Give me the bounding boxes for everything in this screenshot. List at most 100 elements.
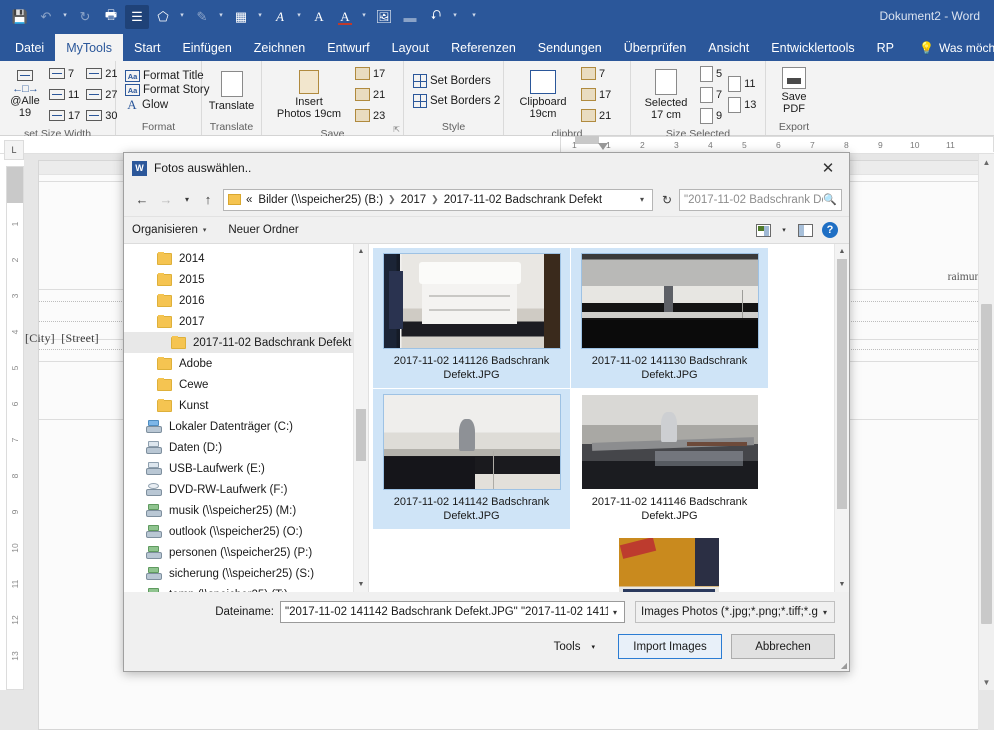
tab-entwicklertools[interactable]: Entwicklertools: [760, 34, 865, 61]
breadcrumb-2017[interactable]: 2017: [401, 194, 427, 206]
tree-item-cewe[interactable]: Cewe: [124, 374, 368, 395]
tab-referenzen[interactable]: Referenzen: [440, 34, 527, 61]
tree-item-kunst[interactable]: Kunst: [124, 395, 368, 416]
tab-layout[interactable]: Layout: [381, 34, 441, 61]
tab-start[interactable]: Start: [123, 34, 171, 61]
organize-button[interactable]: Organisieren ▾: [132, 224, 206, 236]
tree-item-daten-d[interactable]: Daten (D:): [124, 437, 368, 458]
translate-button[interactable]: Translate: [206, 70, 257, 113]
change-view-button[interactable]: [752, 220, 774, 240]
tree-item-personen-p[interactable]: personen (\\speicher25) (P:): [124, 542, 368, 563]
font-color-icon[interactable]: A: [333, 5, 357, 29]
scroll-down-icon[interactable]: ▼: [354, 577, 368, 592]
filetype-select[interactable]: Images Photos (*.jpg;*.png;*.tiff;*.gif)…: [635, 601, 835, 623]
scroll-up-icon[interactable]: ▲: [979, 154, 994, 170]
width-17-button[interactable]: 17: [46, 105, 83, 126]
scroll-down-icon[interactable]: ▼: [835, 577, 849, 592]
clear-formatting-caret-icon[interactable]: ▾: [294, 11, 304, 24]
tree-item-dvd-f[interactable]: DVD-RW-Laufwerk (F:): [124, 479, 368, 500]
read-mode-icon[interactable]: ☰: [125, 5, 149, 29]
filename-input[interactable]: "2017-11-02 141142 Badschrank Defekt.JPG…: [280, 601, 625, 623]
breadcrumb-badschrank-defekt[interactable]: 2017-11-02 Badschrank Defekt: [444, 194, 602, 206]
scroll-down-icon[interactable]: ▼: [979, 674, 994, 690]
preview-pane-button[interactable]: [794, 220, 816, 240]
glow-button[interactable]: AGlow: [122, 97, 171, 113]
highlight-icon[interactable]: ▬: [398, 5, 422, 29]
tools-button[interactable]: Tools ▾: [546, 638, 603, 656]
format-story-button[interactable]: AaFormat Story: [122, 83, 212, 97]
tree-item-2014[interactable]: 2014: [124, 248, 368, 269]
set-borders-2-button[interactable]: Set Borders 2: [410, 93, 503, 109]
size-13-button[interactable]: 13: [725, 95, 759, 116]
help-button[interactable]: ?: [819, 220, 841, 240]
picture-icon[interactable]: 🖼: [372, 5, 396, 29]
tab-mytools[interactable]: MyTools: [55, 34, 123, 61]
pen-dropdown-caret-icon[interactable]: ▾: [216, 11, 226, 24]
customize-qat-icon[interactable]: ▾: [469, 11, 479, 24]
dialog-title-bar[interactable]: W Fotos auswählen.. ✕: [124, 153, 849, 183]
file-list-pane[interactable]: 2017-11-02 141126 Badschrank Defekt.JPG …: [368, 244, 849, 592]
tree-item-local-disk-c[interactable]: Lokaler Datenträger (C:): [124, 416, 368, 437]
tree-item-badschrank-defekt[interactable]: 2017-11-02 Badschrank Defekt: [124, 332, 368, 353]
tree-item-usb-e[interactable]: USB-Laufwerk (E:): [124, 458, 368, 479]
address-bar[interactable]: « Bilder (\\speicher25) (B:) ❯ 2017 ❯ 20…: [223, 189, 653, 211]
scroll-up-icon[interactable]: ▲: [835, 244, 849, 259]
dialog-launcher-icon[interactable]: ⇱: [393, 125, 400, 134]
format-title-button[interactable]: AaFormat Title: [122, 69, 207, 83]
tree-item-2015[interactable]: 2015: [124, 269, 368, 290]
set-borders-button[interactable]: Set Borders: [410, 73, 494, 89]
chevron-down-icon[interactable]: ▾: [818, 608, 832, 617]
search-input[interactable]: "2017-11-02 Badschrank Defe... 🔍: [679, 189, 842, 211]
cancel-button[interactable]: Abbrechen: [731, 634, 835, 659]
tab-stop-selector[interactable]: L: [4, 140, 24, 160]
left-indent-marker[interactable]: [575, 136, 599, 144]
tree-item-adobe[interactable]: Adobe: [124, 353, 368, 374]
save-icon[interactable]: 💾: [8, 5, 32, 29]
size-11-button[interactable]: 11: [725, 74, 759, 95]
forward-button[interactable]: →: [155, 189, 177, 211]
up-button[interactable]: ↑: [197, 189, 219, 211]
alle-width-button[interactable]: ←□→ @Alle 19: [4, 69, 46, 120]
tree-item-temp-t[interactable]: temp (\\speicher25) (T:): [124, 584, 368, 592]
undo-icon[interactable]: ↶: [34, 5, 58, 29]
close-icon[interactable]: ✕: [807, 153, 849, 183]
size-7-button[interactable]: 7: [697, 84, 725, 105]
back-button[interactable]: ←: [131, 189, 153, 211]
save-pdf-button[interactable]: Save PDF: [770, 66, 818, 116]
clipboard-19cm-button[interactable]: Clipboard 19cm: [508, 69, 578, 121]
new-folder-button[interactable]: Neuer Ordner: [228, 224, 298, 236]
clipbrd-21-button[interactable]: 21: [578, 105, 614, 126]
file-tile[interactable]: 2017-11-02 141126 Badschrank Defekt.JPG: [373, 248, 570, 388]
tab-sendungen[interactable]: Sendungen: [527, 34, 613, 61]
export-caret-icon[interactable]: ▾: [450, 11, 460, 24]
import-images-button[interactable]: Import Images: [618, 634, 722, 659]
chevron-down-icon[interactable]: ▾: [608, 608, 622, 617]
refresh-icon[interactable]: ↻: [657, 189, 677, 211]
print-preview-icon[interactable]: 🖶: [99, 5, 123, 29]
file-tile[interactable]: 2017-11-02 141130 Badschrank Defekt.JPG: [571, 248, 768, 388]
width-11-button[interactable]: 11: [46, 84, 83, 105]
navigation-pane-scrollbar[interactable]: ▲ ▼: [353, 244, 368, 592]
tree-item-2016[interactable]: 2016: [124, 290, 368, 311]
tree-item-musik-m[interactable]: musik (\\speicher25) (M:): [124, 500, 368, 521]
tab-ueberpruefen[interactable]: Überprüfen: [613, 34, 698, 61]
resize-grip-icon[interactable]: ◢: [841, 661, 847, 670]
width-21-button[interactable]: 21: [83, 63, 120, 84]
file-tile[interactable]: 2017-11-02 141146 Badschrank Defekt.JPG: [571, 389, 768, 529]
tab-zeichnen[interactable]: Zeichnen: [243, 34, 316, 61]
recent-locations-button[interactable]: ▾: [179, 189, 195, 211]
tab-ansicht[interactable]: Ansicht: [697, 34, 760, 61]
scrollbar-thumb[interactable]: [981, 304, 992, 624]
shapes-icon[interactable]: ⬠: [151, 5, 175, 29]
photos-21-button[interactable]: 21: [352, 84, 388, 105]
grow-font-icon[interactable]: A: [307, 5, 331, 29]
width-7-button[interactable]: 7: [46, 63, 83, 84]
width-30-button[interactable]: 30: [83, 105, 120, 126]
tree-item-2017[interactable]: 2017: [124, 311, 368, 332]
scrollbar-thumb[interactable]: [356, 409, 366, 461]
tab-entwurf[interactable]: Entwurf: [316, 34, 380, 61]
tab-einfuegen[interactable]: Einfügen: [171, 34, 242, 61]
selected-17cm-button[interactable]: Selected 17 cm: [635, 68, 697, 122]
redo-icon[interactable]: ↻: [73, 5, 97, 29]
document-vertical-scrollbar[interactable]: ▲ ▼: [978, 154, 994, 690]
